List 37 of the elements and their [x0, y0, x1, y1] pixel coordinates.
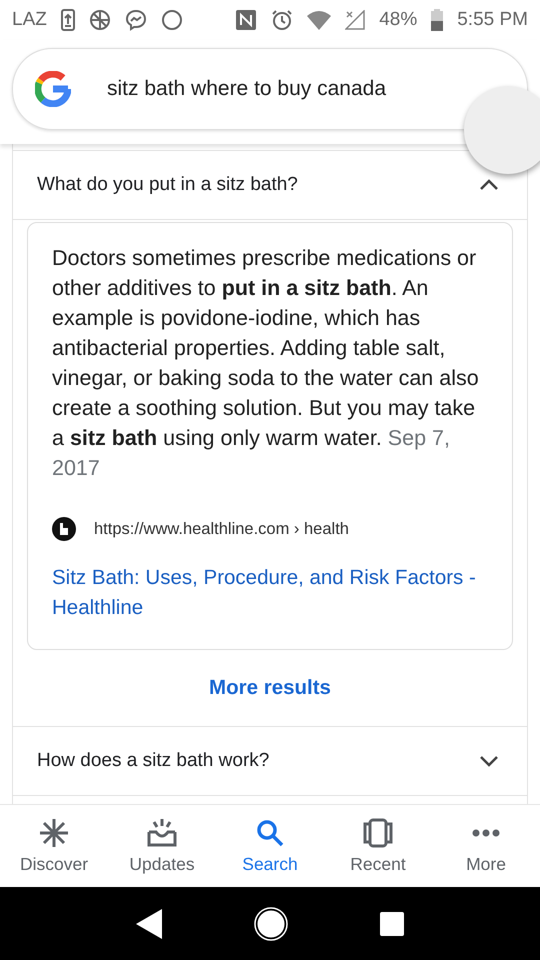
- question-text: What do you put in a sitz bath?: [37, 174, 298, 196]
- nav-tab[interactable]: More: [432, 805, 540, 887]
- back-icon[interactable]: [136, 908, 162, 938]
- asterisk-icon: [39, 818, 69, 848]
- site-icon: [52, 517, 76, 541]
- inbox-icon: [146, 818, 178, 848]
- nav-tab[interactable]: Updates: [108, 805, 216, 887]
- clock: 5:55 PM: [457, 9, 528, 31]
- battery-icon: [431, 9, 444, 31]
- nav-tab[interactable]: Discover: [0, 805, 108, 887]
- nav-tab[interactable]: Recent: [324, 805, 432, 887]
- wifi-icon: [307, 10, 332, 30]
- carrier-label: LAZ: [12, 9, 47, 31]
- chevron-up-icon: [479, 179, 499, 191]
- result-url: https://www.healthline.com › health: [94, 520, 349, 538]
- overview-icon[interactable]: [380, 912, 404, 936]
- circle-icon: [160, 9, 183, 31]
- cards-icon: [362, 818, 394, 848]
- question-text: How does a sitz bath work?: [37, 750, 270, 772]
- question-row[interactable]: How does a sitz bath work?: [13, 726, 527, 796]
- messenger-icon: [124, 9, 147, 31]
- nav-tab[interactable]: Search: [216, 805, 324, 887]
- answer-text: Doctors sometimes prescribe medications or other additives to put in a sitz bath. An example is povidone-iodine, which has antibacterial properties. Adding table salt, vinegar, or baking soda to the water can also create a soothing solution. But you may take a sitz bath using only warm water. Sep 7, 2017: [52, 245, 480, 482]
- signal-icon: [345, 10, 366, 30]
- search-icon: [256, 818, 284, 846]
- alarm-icon: [271, 9, 294, 31]
- result-link[interactable]: Sitz Bath: Uses, Procedure, and Risk Factors - Healthline: [52, 563, 488, 623]
- home-icon[interactable]: [254, 906, 288, 940]
- upload-icon: [60, 9, 75, 31]
- google-logo: [35, 71, 71, 107]
- nfc-icon: [235, 9, 258, 31]
- globe-icon: [88, 9, 111, 31]
- chevron-down-icon: [479, 755, 499, 767]
- question-row[interactable]: What do you put in a sitz bath?: [13, 150, 527, 220]
- battery-percent: 48%: [379, 9, 418, 31]
- more-results-link[interactable]: More results: [209, 676, 331, 700]
- more-icon: [472, 828, 500, 836]
